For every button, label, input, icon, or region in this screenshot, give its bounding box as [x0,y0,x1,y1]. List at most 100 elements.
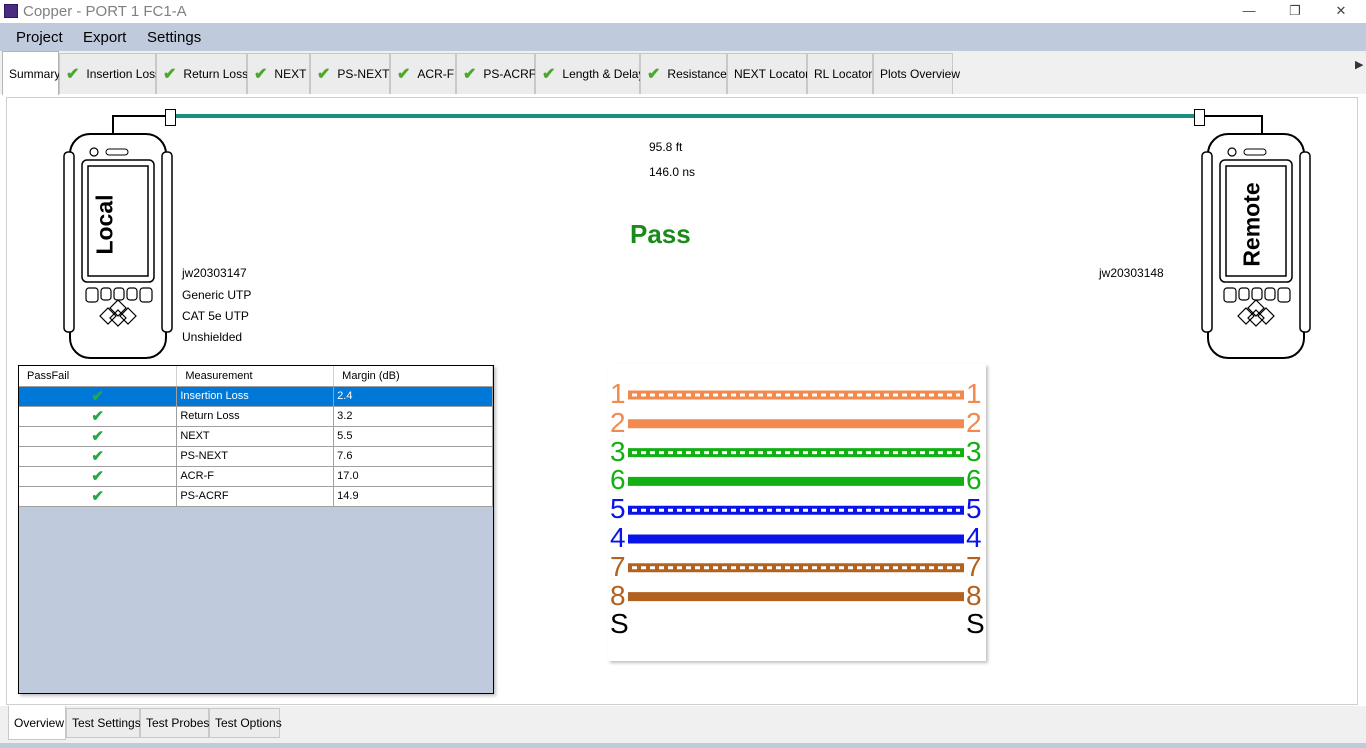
tab-test-settings[interactable]: Test Settings [66,708,141,738]
measurement-cell: PS-ACRF [176,486,335,507]
cable-line [174,114,1200,118]
tab-length-delay[interactable]: ✔ Length & Delay [535,53,644,94]
wiremap-pin-left: 5 [610,493,626,525]
tab-resistance[interactable]: ✔ Resistance [640,53,727,94]
margin-cell: 5.5 [333,426,493,447]
tab-overview[interactable]: Overview [8,706,66,740]
menu-settings[interactable]: Settings [147,29,201,46]
wiremap-pin-right: 3 [966,435,982,467]
pass-check-icon: ✔ [19,386,178,407]
status-strip [0,743,1366,748]
tab-scroll-right-icon[interactable]: ▶ [1355,58,1363,71]
tab-test-options[interactable]: Test Options [209,708,282,738]
restore-button[interactable]: ❐ [1272,0,1318,23]
pass-check-icon: ✔ [19,426,178,447]
measurement-cell: Insertion Loss [176,386,335,407]
menu-export[interactable]: Export [83,29,126,46]
wiremap-pin-left: 8 [610,579,626,611]
tab-test-probes[interactable]: Test Probes [140,708,209,738]
table-row[interactable]: ✔ NEXT 5.5 [19,426,493,447]
cable-shielding: Unshielded [182,330,243,344]
wiremap-pin-left: 1 [610,378,626,409]
table-row[interactable]: ✔ PS-NEXT 7.6 [19,446,493,467]
window-title: Copper - PORT 1 FC1-A [23,3,187,20]
bottom-tab-strip: Overview Test Settings Test Probes Test … [0,706,1366,748]
cable-length: 95.8 ft [649,140,683,154]
app-icon [4,4,18,18]
wiremap-pin-right: 6 [966,464,982,496]
local-serial: jw20303147 [182,266,247,280]
check-icon: ✔ [163,66,177,83]
margin-cell: 2.4 [333,386,493,407]
wiremap-pin-left: 6 [610,464,626,496]
tab-rl-locator[interactable]: RL Locator [807,53,873,94]
remote-plug-icon [1194,109,1205,126]
column-header-margin[interactable]: Margin (dB) [333,366,493,387]
wiremap-pin-right: 7 [966,550,982,582]
title-bar: Copper - PORT 1 FC1-A — ❐ ✕ [0,0,1366,23]
tab-label: Return Loss [183,67,249,81]
wiremap-pin-left: 3 [610,435,626,467]
tab-label: Insertion Loss [86,67,162,81]
table-row[interactable]: ✔ ACR-F 17.0 [19,466,493,487]
wiremap-pin-right: 2 [966,406,982,438]
tab-label: Summary [9,66,61,81]
cable-delay: 146.0 ns [649,165,696,179]
close-button[interactable]: ✕ [1318,0,1364,23]
tab-label: Plots Overview [880,67,961,81]
wiremap-pin-right: S [966,608,985,640]
check-icon: ✔ [542,66,556,83]
tab-return-loss[interactable]: ✔ Return Loss [156,53,249,94]
check-icon: ✔ [317,66,331,83]
menu-bar: Project Export Settings [0,23,1366,51]
wiremap-pin-left: 2 [610,406,626,438]
local-tester-label: Local [91,194,118,255]
wiremap-pin-right: 8 [966,579,982,611]
wiremap-svg [628,390,964,602]
tab-acr-f[interactable]: ✔ ACR-F [390,53,456,94]
tab-label: NEXT Locator [734,67,810,81]
column-header-passfail[interactable]: PassFail [19,366,178,387]
check-icon: ✔ [66,66,80,83]
wiremap-pin-left: S [610,608,629,640]
cable-category: CAT 5e UTP [182,309,249,323]
minimize-button[interactable]: — [1226,0,1272,23]
measurement-cell: ACR-F [176,466,335,487]
measurement-cell: Return Loss [176,406,335,427]
check-icon: ✔ [254,66,268,83]
result-status: Pass [630,219,691,249]
wiremap-pin-left: 4 [610,522,626,553]
tab-label: ACR-F [417,67,455,81]
wiremap-pin-right: 1 [966,378,982,409]
local-plug-icon [165,109,176,126]
wiremap-pin-right: 4 [966,522,982,553]
tab-label: Length & Delay [562,67,645,81]
table-row[interactable]: ✔ Insertion Loss 2.4 [19,386,493,407]
margin-cell: 14.9 [333,486,493,507]
margin-cell: 17.0 [333,466,493,487]
table-row[interactable]: ✔ PS-ACRF 14.9 [19,486,493,507]
wiremap-diagram: 1122336655447788SS [608,364,986,661]
results-grid: PassFail Measurement Margin (dB) ✔ Inser… [18,365,494,694]
wiremap-pin-left: 7 [610,550,626,582]
cable-type: Generic UTP [182,288,252,302]
check-icon: ✔ [647,66,661,83]
menu-project[interactable]: Project [16,29,63,46]
tab-ps-next[interactable]: ✔ PS-NEXT [310,53,390,94]
check-icon: ✔ [463,66,477,83]
column-header-measurement[interactable]: Measurement [176,366,335,387]
pass-check-icon: ✔ [19,446,178,467]
margin-cell: 7.6 [333,446,493,467]
tab-ps-acrf[interactable]: ✔ PS-ACRF [456,53,536,94]
tab-label: NEXT [274,67,307,81]
tab-next-locator[interactable]: NEXT Locator [727,53,810,94]
measurement-cell: PS-NEXT [176,446,335,467]
tab-insertion-loss[interactable]: ✔ Insertion Loss [59,53,161,94]
tab-plots-overview[interactable]: Plots Overview [873,53,960,94]
margin-cell: 3.2 [333,406,493,427]
tab-label: Resistance [667,67,727,81]
tab-label: RL Locator [814,67,873,81]
tab-next[interactable]: ✔ NEXT [247,53,310,94]
table-row[interactable]: ✔ Return Loss 3.2 [19,406,493,427]
tab-summary[interactable]: Summary [2,51,61,95]
